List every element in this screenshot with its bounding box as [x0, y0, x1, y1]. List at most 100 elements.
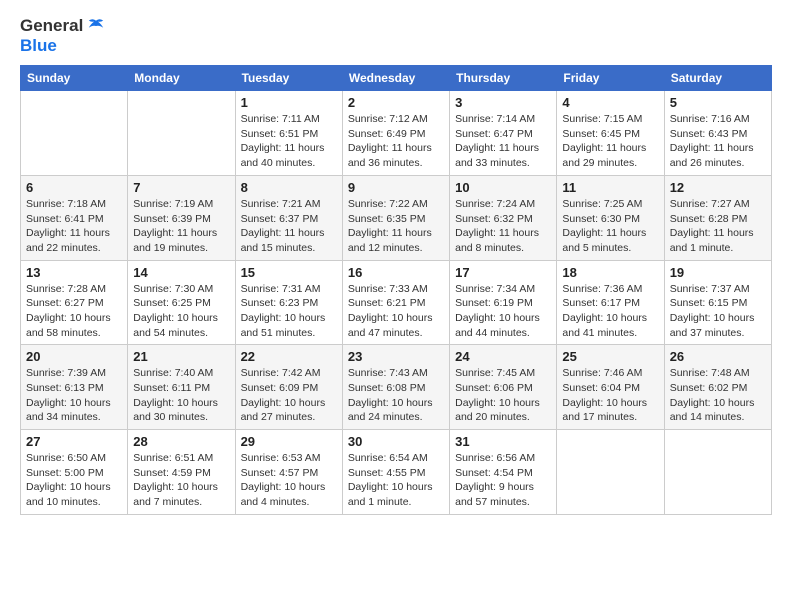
day-info: Sunrise: 7:28 AMSunset: 6:27 PMDaylight:…: [26, 282, 122, 341]
day-info: Sunrise: 7:45 AMSunset: 6:06 PMDaylight:…: [455, 366, 551, 425]
calendar-cell: 12 Sunrise: 7:27 AMSunset: 6:28 PMDayligh…: [664, 175, 771, 260]
calendar-week-3: 13 Sunrise: 7:28 AMSunset: 6:27 PMDayligh…: [21, 260, 772, 345]
day-number: 30: [348, 434, 444, 449]
calendar-cell: 28 Sunrise: 6:51 AMSunset: 4:59 PMDayligh…: [128, 430, 235, 515]
day-number: 25: [562, 349, 658, 364]
calendar-cell: [21, 91, 128, 176]
logo-general-text: General: [20, 16, 83, 36]
day-number: 8: [241, 180, 337, 195]
day-info: Sunrise: 7:39 AMSunset: 6:13 PMDaylight:…: [26, 366, 122, 425]
calendar-cell: 17Sunrise: 7:34 AMSunset: 6:19 PMDayligh…: [450, 260, 557, 345]
calendar-cell: [128, 91, 235, 176]
calendar-week-5: 27 Sunrise: 6:50 AMSunset: 5:00 PMDayligh…: [21, 430, 772, 515]
day-info: Sunrise: 6:50 AMSunset: 5:00 PMDaylight:…: [26, 451, 122, 510]
calendar-cell: [664, 430, 771, 515]
day-info: Sunrise: 7:33 AMSunset: 6:21 PMDaylight:…: [348, 282, 444, 341]
day-info: Sunrise: 7:15 AMSunset: 6:45 PMDaylight:…: [562, 112, 658, 171]
calendar-cell: 18 Sunrise: 7:36 AMSunset: 6:17 PMDayligh…: [557, 260, 664, 345]
calendar-cell: 30 Sunrise: 6:54 AMSunset: 4:55 PMDayligh…: [342, 430, 449, 515]
day-number: 3: [455, 95, 551, 110]
day-number: 17: [455, 265, 551, 280]
day-info: Sunrise: 7:24 AMSunset: 6:32 PMDaylight:…: [455, 197, 551, 256]
calendar-cell: 4 Sunrise: 7:15 AMSunset: 6:45 PMDaylight…: [557, 91, 664, 176]
day-info: Sunrise: 7:40 AMSunset: 6:11 PMDaylight:…: [133, 366, 229, 425]
day-number: 27: [26, 434, 122, 449]
day-info: Sunrise: 7:11 AMSunset: 6:51 PMDaylight:…: [241, 112, 337, 171]
weekday-header-saturday: Saturday: [664, 66, 771, 91]
day-info: Sunrise: 7:18 AMSunset: 6:41 PMDaylight:…: [26, 197, 122, 256]
calendar-cell: 1Sunrise: 7:11 AMSunset: 6:51 PMDaylight…: [235, 91, 342, 176]
calendar-cell: 20 Sunrise: 7:39 AMSunset: 6:13 PMDayligh…: [21, 345, 128, 430]
day-number: 19: [670, 265, 766, 280]
day-info: Sunrise: 7:21 AMSunset: 6:37 PMDaylight:…: [241, 197, 337, 256]
logo-bird-icon: [87, 17, 105, 35]
calendar-cell: 22 Sunrise: 7:42 AMSunset: 6:09 PMDayligh…: [235, 345, 342, 430]
day-number: 5: [670, 95, 766, 110]
day-number: 20: [26, 349, 122, 364]
day-info: Sunrise: 7:12 AMSunset: 6:49 PMDaylight:…: [348, 112, 444, 171]
calendar-cell: 6Sunrise: 7:18 AMSunset: 6:41 PMDaylight…: [21, 175, 128, 260]
page: General Blue SundayMondayTuesdayWednesda…: [0, 0, 792, 612]
logo-blue-text: Blue: [20, 36, 105, 56]
calendar-cell: 31Sunrise: 6:56 AMSunset: 4:54 PMDayligh…: [450, 430, 557, 515]
calendar-cell: 26 Sunrise: 7:48 AMSunset: 6:02 PMDayligh…: [664, 345, 771, 430]
calendar-cell: 7 Sunrise: 7:19 AMSunset: 6:39 PMDaylight…: [128, 175, 235, 260]
day-number: 13: [26, 265, 122, 280]
day-number: 11: [562, 180, 658, 195]
day-number: 7: [133, 180, 229, 195]
calendar-cell: 5 Sunrise: 7:16 AMSunset: 6:43 PMDaylight…: [664, 91, 771, 176]
day-number: 4: [562, 95, 658, 110]
calendar-cell: 3 Sunrise: 7:14 AMSunset: 6:47 PMDaylight…: [450, 91, 557, 176]
calendar-cell: 24 Sunrise: 7:45 AMSunset: 6:06 PMDayligh…: [450, 345, 557, 430]
day-number: 24: [455, 349, 551, 364]
day-info: Sunrise: 7:43 AMSunset: 6:08 PMDaylight:…: [348, 366, 444, 425]
calendar-cell: [557, 430, 664, 515]
day-info: Sunrise: 7:46 AMSunset: 6:04 PMDaylight:…: [562, 366, 658, 425]
day-info: Sunrise: 7:16 AMSunset: 6:43 PMDaylight:…: [670, 112, 766, 171]
weekday-header-friday: Friday: [557, 66, 664, 91]
day-info: Sunrise: 7:42 AMSunset: 6:09 PMDaylight:…: [241, 366, 337, 425]
day-info: Sunrise: 6:53 AMSunset: 4:57 PMDaylight:…: [241, 451, 337, 510]
calendar-cell: 8 Sunrise: 7:21 AMSunset: 6:37 PMDaylight…: [235, 175, 342, 260]
calendar-cell: 19 Sunrise: 7:37 AMSunset: 6:15 PMDayligh…: [664, 260, 771, 345]
calendar-cell: 29Sunrise: 6:53 AMSunset: 4:57 PMDayligh…: [235, 430, 342, 515]
day-number: 28: [133, 434, 229, 449]
day-number: 21: [133, 349, 229, 364]
day-info: Sunrise: 7:31 AMSunset: 6:23 PMDaylight:…: [241, 282, 337, 341]
day-info: Sunrise: 6:51 AMSunset: 4:59 PMDaylight:…: [133, 451, 229, 510]
calendar-cell: 25 Sunrise: 7:46 AMSunset: 6:04 PMDayligh…: [557, 345, 664, 430]
day-info: Sunrise: 7:25 AMSunset: 6:30 PMDaylight:…: [562, 197, 658, 256]
calendar-cell: 11 Sunrise: 7:25 AMSunset: 6:30 PMDayligh…: [557, 175, 664, 260]
day-number: 18: [562, 265, 658, 280]
weekday-header-row: SundayMondayTuesdayWednesdayThursdayFrid…: [21, 66, 772, 91]
day-info: Sunrise: 7:14 AMSunset: 6:47 PMDaylight:…: [455, 112, 551, 171]
day-number: 9: [348, 180, 444, 195]
calendar-week-1: 1Sunrise: 7:11 AMSunset: 6:51 PMDaylight…: [21, 91, 772, 176]
day-info: Sunrise: 7:27 AMSunset: 6:28 PMDaylight:…: [670, 197, 766, 256]
calendar-cell: 2Sunrise: 7:12 AMSunset: 6:49 PMDaylight…: [342, 91, 449, 176]
day-number: 26: [670, 349, 766, 364]
calendar-cell: 27 Sunrise: 6:50 AMSunset: 5:00 PMDayligh…: [21, 430, 128, 515]
day-info: Sunrise: 7:37 AMSunset: 6:15 PMDaylight:…: [670, 282, 766, 341]
weekday-header-tuesday: Tuesday: [235, 66, 342, 91]
day-number: 22: [241, 349, 337, 364]
calendar-cell: 9Sunrise: 7:22 AMSunset: 6:35 PMDaylight…: [342, 175, 449, 260]
weekday-header-thursday: Thursday: [450, 66, 557, 91]
logo: General Blue: [20, 16, 105, 55]
day-info: Sunrise: 7:48 AMSunset: 6:02 PMDaylight:…: [670, 366, 766, 425]
day-number: 12: [670, 180, 766, 195]
weekday-header-monday: Monday: [128, 66, 235, 91]
calendar-cell: 23Sunrise: 7:43 AMSunset: 6:08 PMDayligh…: [342, 345, 449, 430]
day-info: Sunrise: 7:36 AMSunset: 6:17 PMDaylight:…: [562, 282, 658, 341]
day-info: Sunrise: 6:54 AMSunset: 4:55 PMDaylight:…: [348, 451, 444, 510]
weekday-header-sunday: Sunday: [21, 66, 128, 91]
calendar-week-4: 20 Sunrise: 7:39 AMSunset: 6:13 PMDayligh…: [21, 345, 772, 430]
day-number: 16: [348, 265, 444, 280]
day-info: Sunrise: 7:30 AMSunset: 6:25 PMDaylight:…: [133, 282, 229, 341]
day-info: Sunrise: 7:19 AMSunset: 6:39 PMDaylight:…: [133, 197, 229, 256]
calendar-cell: 14 Sunrise: 7:30 AMSunset: 6:25 PMDayligh…: [128, 260, 235, 345]
logo-text-block: General Blue: [20, 16, 105, 55]
day-number: 31: [455, 434, 551, 449]
weekday-header-wednesday: Wednesday: [342, 66, 449, 91]
day-number: 14: [133, 265, 229, 280]
